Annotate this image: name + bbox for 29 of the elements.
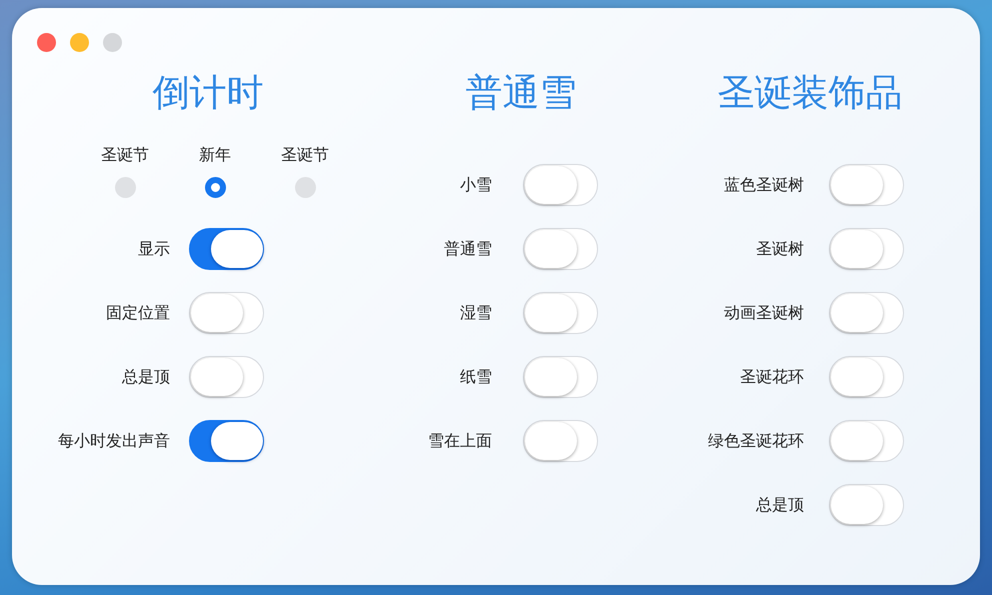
toggle-label: 总是顶: [121, 366, 170, 388]
toggle-label: 小雪: [459, 174, 492, 196]
toggle-label: 雪在上面: [427, 430, 492, 452]
radio-label: 圣诞节: [101, 145, 149, 165]
minimize-button[interactable]: [70, 33, 89, 52]
close-button[interactable]: [37, 33, 56, 52]
toggle-label: 每小时发出声音: [57, 430, 170, 452]
toggle-label: 圣诞花环: [739, 366, 804, 388]
radio-button[interactable]: [294, 177, 316, 198]
toggle-label: 湿雪: [459, 302, 492, 324]
radio-label: 圣诞节: [281, 145, 329, 165]
toggle-label: 绿色圣诞花环: [707, 430, 804, 452]
toggle-switch[interactable]: [189, 228, 264, 270]
zoom-button[interactable]: [103, 33, 122, 52]
toggle-label: 显示: [137, 238, 170, 260]
toggle-label: 蓝色圣诞树: [723, 174, 804, 196]
radio-button[interactable]: [204, 177, 226, 198]
toggle-label: 总是顶: [755, 494, 804, 516]
toggle-switch[interactable]: [189, 420, 264, 462]
section-title: 普通雪: [464, 70, 578, 116]
section-title: 倒计时: [152, 70, 264, 116]
section-title: 圣诞装饰品: [716, 70, 904, 116]
toggle-label: 动画圣诞树: [723, 302, 804, 324]
toggle-label: 固定位置: [105, 302, 170, 324]
toggle-label: 普通雪: [443, 238, 492, 260]
radio-button[interactable]: [114, 177, 136, 198]
toggle-label: 纸雪: [459, 366, 492, 388]
radio-label: 新年: [199, 145, 231, 165]
toggle-label: 圣诞树: [755, 238, 804, 260]
